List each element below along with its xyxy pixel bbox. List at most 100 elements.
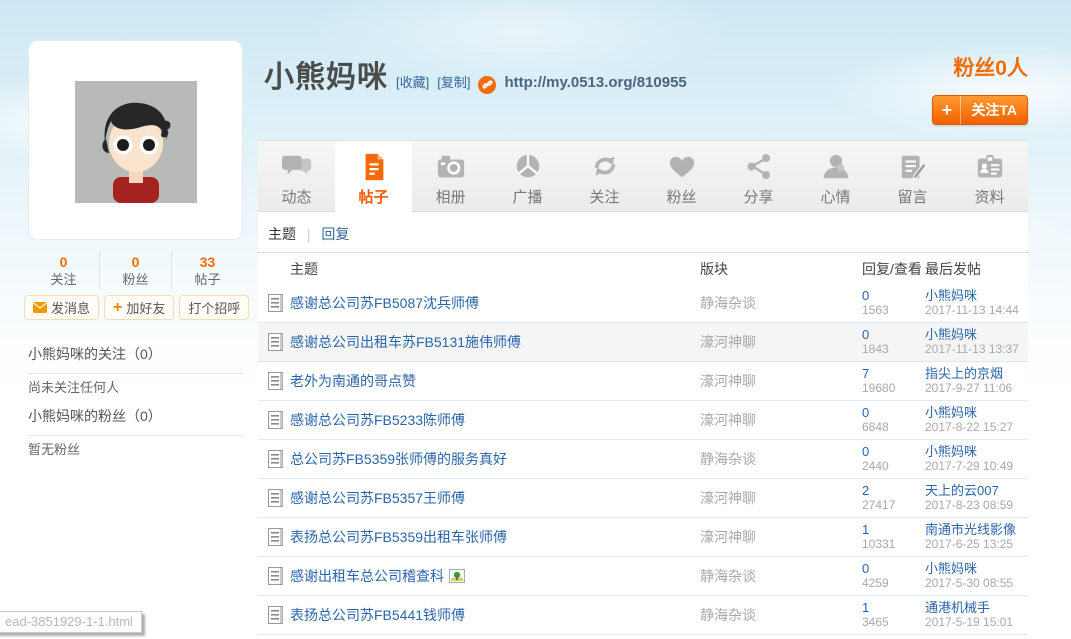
favorite-link[interactable]: [收藏] [396,72,429,91]
forum-link[interactable]: 静海杂谈 [700,293,862,313]
forum-link[interactable]: 濠河神聊 [700,488,862,508]
tab-tiezi[interactable]: 帖子 [335,141,412,218]
thread-link[interactable]: 表扬总公司苏FB5441钱师傅 [290,605,700,625]
stat-fans-label: 粉丝 [100,271,171,288]
last-poster-link[interactable]: 小熊妈咪 [925,405,1028,420]
last-poster-link[interactable]: 小熊妈咪 [925,444,1028,459]
person-icon [821,152,851,182]
table-row: 感谢总公司苏FB5087沈兵师傅 静海杂谈 01563 小熊妈咪2017-11-… [258,284,1028,323]
last-post-cell: 天上的云0072017-8-23 08:59 [925,483,1028,513]
last-poster-link[interactable]: 南通市光线影像 [925,522,1028,537]
tab-ziliao-label: 资料 [974,186,1004,207]
thread-link[interactable]: 感谢总公司苏FB5357王师傅 [290,488,700,508]
tab-xiangce[interactable]: 相册 [412,141,489,213]
replies-views-cell: 04259 [862,561,925,591]
last-post-cell: 指尖上的京烟2017-9-27 11:06 [925,366,1028,396]
fans-section-title: 小熊妈咪的粉丝（0） [28,406,243,436]
last-post-cell: 小熊妈咪2017-5-30 08:55 [925,561,1028,591]
forum-link[interactable]: 静海杂谈 [700,566,862,586]
image-attachment-icon [449,569,465,583]
table-row: 感谢总公司苏FB5357王师傅 濠河神聊 227417 天上的云0072017-… [258,479,1028,518]
stat-posts-label: 帖子 [172,271,243,288]
last-poster-link[interactable]: 通港机械手 [925,600,1028,615]
stat-following-label: 关注 [28,271,99,288]
subtab-replies[interactable]: 回复 [321,226,349,242]
forum-link[interactable]: 濠河神聊 [700,527,862,547]
tab-guanzhu-label: 关注 [589,186,619,207]
last-poster-link[interactable]: 小熊妈咪 [925,288,1028,303]
subtab-topics[interactable]: 主题 [268,226,296,242]
stat-following[interactable]: 0 关注 [28,252,100,290]
last-poster-link[interactable]: 小熊妈咪 [925,327,1028,342]
stat-fans-value: 0 [100,254,171,271]
send-message-button[interactable]: 发消息 [24,295,99,320]
last-poster-link[interactable]: 天上的云007 [925,483,1028,498]
replies-views-cell: 01563 [862,288,925,318]
subtabs: 主题 | 回复 [258,212,1028,253]
following-empty-text: 尚未关注任何人 [28,377,243,396]
tab-fenxiang[interactable]: 分享 [720,141,797,213]
replies-views-cell: 110331 [862,522,925,552]
tab-guangbo[interactable]: 广播 [489,141,566,213]
topic-icon [268,606,283,624]
forum-link[interactable]: 静海杂谈 [700,449,862,469]
topic-icon [268,372,283,390]
forum-link[interactable]: 静海杂谈 [700,605,862,625]
follow-ta-button[interactable]: + 关注TA [932,95,1028,125]
avatar-image [75,81,197,203]
refresh-icon [590,152,620,182]
header-forum: 版块 [700,259,862,279]
page-title: 小熊妈咪 [264,52,388,96]
topic-icon [268,450,283,468]
topic-icon [268,528,283,546]
last-post-cell: 通港机械手2017-5-19 15:01 [925,600,1028,630]
forum-link[interactable]: 濠河神聊 [700,410,862,430]
broadcast-icon [513,152,543,182]
last-post-cell: 小熊妈咪2017-7-29 10:49 [925,444,1028,474]
fans-empty-text: 暂无粉丝 [28,439,243,458]
last-post-cell: 小熊妈咪2017-11-13 13:37 [925,327,1028,357]
thread-link[interactable]: 感谢总公司苏FB5087沈兵师傅 [290,293,700,313]
tab-ziliao[interactable]: 资料 [951,141,1028,213]
stat-posts[interactable]: 33 帖子 [172,252,243,290]
tab-xinqing[interactable]: 心情 [797,141,874,213]
header-subject: 主题 [290,259,700,279]
topic-icon [268,294,283,312]
tab-liuyan-label: 留言 [897,186,927,207]
thread-link[interactable]: 表扬总公司苏FB5359出租车张师傅 [290,527,700,547]
send-message-label: 发消息 [51,298,90,317]
table-row-highlighted: 感谢总公司出租车苏FB5131施伟师傅 濠河神聊 01843 小熊妈咪2017-… [258,323,1028,362]
tab-guanzhu[interactable]: 关注 [566,141,643,213]
table-row: 感谢总公司苏FB5233陈师傅 濠河神聊 06848 小熊妈咪2017-8-22… [258,401,1028,440]
thread-link[interactable]: 感谢总公司苏FB5233陈师傅 [290,410,700,430]
tab-dongtai[interactable]: 动态 [258,141,335,213]
copy-link[interactable]: [复制] [437,72,470,91]
thread-link[interactable]: 感谢总公司出租车苏FB5131施伟师傅 [290,332,700,352]
say-hi-label: 打个招呼 [188,298,240,317]
last-poster-link[interactable]: 指尖上的京烟 [925,366,1028,381]
add-friend-button[interactable]: + 加好友 [104,295,174,320]
share-icon [744,152,774,182]
stat-fans[interactable]: 0 粉丝 [100,252,172,290]
say-hi-button[interactable]: 打个招呼 [179,295,249,320]
tab-fensi[interactable]: 粉丝 [643,141,720,213]
topic-icon [268,333,283,351]
tab-liuyan[interactable]: 留言 [874,141,951,213]
forum-link[interactable]: 濠河神聊 [700,332,862,352]
profile-tabbar: 动态 帖子 相册 广播 [258,140,1028,212]
follow-plus-icon: + [933,96,961,124]
last-post-cell: 小熊妈咪2017-11-13 14:44 [925,288,1028,318]
subtab-divider: | [307,226,311,242]
thread-link[interactable]: 老外为南通的哥点赞 [290,371,700,391]
tab-guanzhu-tab-label-wrap: 广播 [512,186,542,207]
forum-link[interactable]: 濠河神聊 [700,371,862,391]
header-last-post: 最后发帖 [925,259,1028,279]
camera-icon [436,152,466,182]
last-poster-link[interactable]: 小熊妈咪 [925,561,1028,576]
thread-link[interactable]: 感谢出租车总公司稽查科 [290,566,700,586]
table-row: 总公司苏FB5359张师傅的服务真好 静海杂谈 02440 小熊妈咪2017-7… [258,440,1028,479]
thread-link[interactable]: 总公司苏FB5359张师傅的服务真好 [290,449,700,469]
id-card-icon [975,152,1005,182]
plus-icon: + [113,300,122,316]
stat-posts-value: 33 [172,254,243,271]
